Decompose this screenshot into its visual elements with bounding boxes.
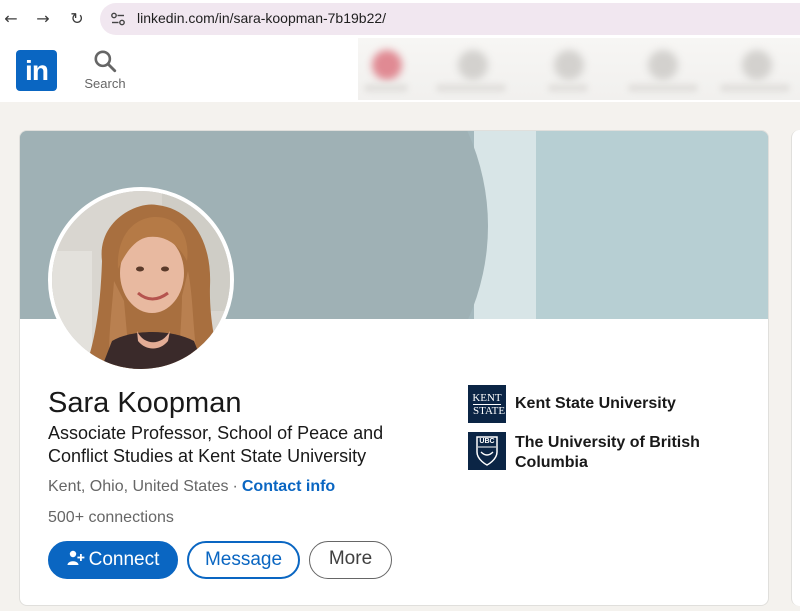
separator: · [232,478,238,495]
avatar[interactable] [48,187,234,373]
more-button[interactable]: More [309,541,392,579]
education-name: The University of British Columbia [515,434,700,471]
linkedin-header: in Search [0,38,800,102]
profile-card: Sara Koopman Associate Professor, School… [19,130,769,606]
profile-photo [52,191,230,369]
education-item[interactable]: KENT STATE Kent State University [468,385,768,425]
contact-info-link[interactable]: Contact info [242,478,335,495]
message-button[interactable]: Message [187,541,300,579]
profile-location: Kent, Ohio, United States [48,478,229,495]
search-icon [94,50,117,73]
blurred-nav-items [358,38,800,100]
blurred-nav-label [628,84,698,92]
blurred-nav-label [548,84,588,92]
connect-button[interactable]: Connect [48,541,178,579]
location-row: Kent, Ohio, United States · Contact info [48,478,335,496]
reload-icon[interactable]: ↻ [66,8,88,30]
ubc-logo: UBC [468,432,506,470]
connections-count[interactable]: 500+ connections [48,509,174,527]
adjacent-card-edge [791,130,800,606]
blurred-nav-label [436,84,506,92]
search-label: Search [84,76,126,91]
address-bar[interactable]: linkedin.com/in/sara-koopman-7b19b22/ [100,3,800,35]
url-text: linkedin.com/in/sara-koopman-7b19b22/ [137,10,387,26]
kent-state-logo: KENT STATE [468,385,506,423]
profile-name: Sara Koopman [48,387,242,419]
logo-text: STATE [473,404,506,417]
education-name: Kent State University [515,395,676,412]
browser-toolbar: ← → ↻ linkedin.com/in/sara-koopman-7b19b… [0,0,800,38]
search-nav-item[interactable]: Search [82,48,128,96]
site-settings-icon[interactable] [110,11,126,27]
connect-label: Connect [88,549,160,570]
blurred-nav-icon [648,50,678,80]
add-person-icon [67,551,85,566]
blurred-nav-icon [742,50,772,80]
back-arrow-icon[interactable]: ← [0,8,22,30]
linkedin-logo[interactable]: in [16,50,57,91]
profile-headline: Associate Professor, School of Peace and… [48,423,384,466]
logo-text: KENT [472,392,502,404]
blurred-nav-icon [458,50,488,80]
forward-arrow-icon[interactable]: → [32,8,54,30]
education-item[interactable]: UBC The University of British Columbia [468,432,768,474]
blurred-nav-icon [554,50,584,80]
blurred-nav-icon [372,50,402,80]
logo-text: UBC [479,438,495,445]
cover-right-panel [536,131,768,319]
blurred-nav-label [720,84,790,92]
blurred-nav-label [364,84,408,92]
